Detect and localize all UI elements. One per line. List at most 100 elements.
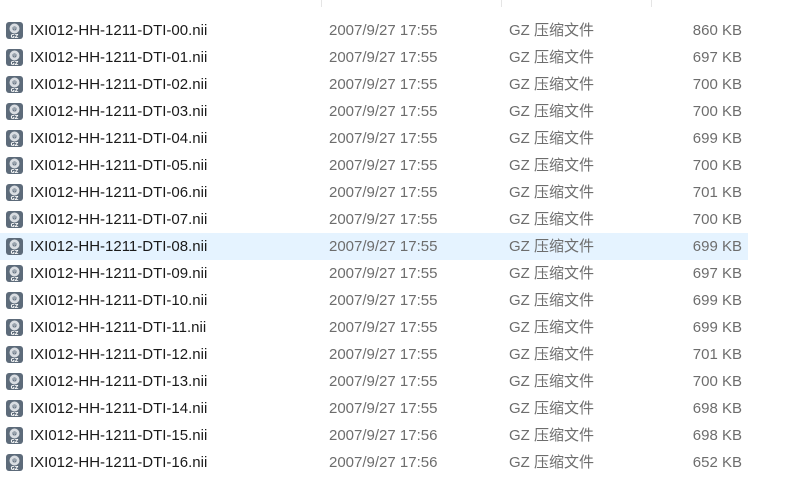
file-row[interactable]: GZ IXI012-HH-1211-DTI-14.nii 2007/9/27 1… [0, 395, 748, 422]
file-date-modified: 2007/9/27 17:55 [329, 157, 438, 174]
file-date-modified: 2007/9/27 17:55 [329, 103, 438, 120]
file-row[interactable]: GZ IXI012-HH-1211-DTI-11.nii 2007/9/27 1… [0, 314, 748, 341]
gz-archive-icon: GZ [5, 210, 24, 229]
file-rows: GZ IXI012-HH-1211-DTI-00.nii 2007/9/27 1… [0, 17, 801, 476]
file-row[interactable]: GZ IXI012-HH-1211-DTI-16.nii 2007/9/27 1… [0, 449, 748, 476]
file-list: GZ IXI012-HH-1211-DTI-00.nii 2007/9/27 1… [0, 0, 801, 480]
gz-archive-icon: GZ [5, 48, 24, 67]
file-date-modified: 2007/9/27 17:55 [329, 76, 438, 93]
file-date-modified: 2007/9/27 17:55 [329, 49, 438, 66]
file-date-modified: 2007/9/27 17:55 [329, 22, 438, 39]
file-size: 700 KB [692, 76, 742, 93]
file-row[interactable]: GZ IXI012-HH-1211-DTI-03.nii 2007/9/27 1… [0, 98, 748, 125]
column-divider-date[interactable] [321, 0, 322, 7]
file-row[interactable]: GZ IXI012-HH-1211-DTI-05.nii 2007/9/27 1… [0, 152, 748, 179]
gz-icon-label: GZ [11, 412, 19, 418]
file-type: GZ 压缩文件 [509, 157, 594, 174]
file-name[interactable]: IXI012-HH-1211-DTI-08.nii [30, 233, 207, 260]
file-size: 699 KB [692, 238, 742, 255]
file-date-modified: 2007/9/27 17:55 [329, 319, 438, 336]
file-size: 701 KB [692, 346, 742, 363]
file-date-modified: 2007/9/27 17:55 [329, 292, 438, 309]
gz-icon-label: GZ [11, 169, 19, 175]
gz-archive-icon: GZ [5, 291, 24, 310]
gz-archive-icon: GZ [5, 426, 24, 445]
gz-icon-label: GZ [11, 385, 19, 391]
file-type: GZ 压缩文件 [509, 211, 594, 228]
file-name[interactable]: IXI012-HH-1211-DTI-14.nii [30, 395, 207, 422]
file-type: GZ 压缩文件 [509, 103, 594, 120]
gz-archive-icon: GZ [5, 75, 24, 94]
file-row[interactable]: GZ IXI012-HH-1211-DTI-07.nii 2007/9/27 1… [0, 206, 748, 233]
file-name[interactable]: IXI012-HH-1211-DTI-15.nii [30, 422, 207, 449]
file-size: 698 KB [692, 427, 742, 444]
file-date-modified: 2007/9/27 17:55 [329, 130, 438, 147]
file-row[interactable]: GZ IXI012-HH-1211-DTI-13.nii 2007/9/27 1… [0, 368, 748, 395]
file-name[interactable]: IXI012-HH-1211-DTI-01.nii [30, 44, 207, 71]
file-type: GZ 压缩文件 [509, 22, 594, 39]
file-size: 652 KB [692, 454, 742, 471]
file-size: 700 KB [692, 211, 742, 228]
file-type: GZ 压缩文件 [509, 373, 594, 390]
gz-icon-label: GZ [11, 115, 19, 121]
file-date-modified: 2007/9/27 17:55 [329, 211, 438, 228]
gz-icon-label: GZ [11, 61, 19, 67]
file-name[interactable]: IXI012-HH-1211-DTI-03.nii [30, 98, 207, 125]
file-row[interactable]: GZ IXI012-HH-1211-DTI-02.nii 2007/9/27 1… [0, 71, 748, 98]
gz-archive-icon: GZ [5, 102, 24, 121]
gz-archive-icon: GZ [5, 237, 24, 256]
file-name[interactable]: IXI012-HH-1211-DTI-05.nii [30, 152, 207, 179]
file-name[interactable]: IXI012-HH-1211-DTI-13.nii [30, 368, 207, 395]
file-size: 699 KB [692, 319, 742, 336]
file-name[interactable]: IXI012-HH-1211-DTI-02.nii [30, 71, 207, 98]
file-row[interactable]: GZ IXI012-HH-1211-DTI-12.nii 2007/9/27 1… [0, 341, 748, 368]
file-type: GZ 压缩文件 [509, 130, 594, 147]
gz-icon-label: GZ [11, 223, 19, 229]
file-name[interactable]: IXI012-HH-1211-DTI-11.nii [30, 314, 206, 341]
file-size: 700 KB [692, 103, 742, 120]
file-name[interactable]: IXI012-HH-1211-DTI-10.nii [30, 287, 207, 314]
file-type: GZ 压缩文件 [509, 400, 594, 417]
gz-icon-label: GZ [11, 34, 19, 40]
file-name[interactable]: IXI012-HH-1211-DTI-06.nii [30, 179, 207, 206]
gz-icon-label: GZ [11, 466, 19, 472]
gz-archive-icon: GZ [5, 264, 24, 283]
file-row[interactable]: GZ IXI012-HH-1211-DTI-15.nii 2007/9/27 1… [0, 422, 748, 449]
file-type: GZ 压缩文件 [509, 454, 594, 471]
file-name[interactable]: IXI012-HH-1211-DTI-07.nii [30, 206, 207, 233]
file-row[interactable]: GZ IXI012-HH-1211-DTI-06.nii 2007/9/27 1… [0, 179, 748, 206]
file-size: 860 KB [692, 22, 742, 39]
file-name[interactable]: IXI012-HH-1211-DTI-00.nii [30, 17, 207, 44]
file-row[interactable]: GZ IXI012-HH-1211-DTI-00.nii 2007/9/27 1… [0, 17, 748, 44]
file-row[interactable]: GZ IXI012-HH-1211-DTI-08.nii 2007/9/27 1… [0, 233, 748, 260]
file-date-modified: 2007/9/27 17:55 [329, 265, 438, 282]
file-name[interactable]: IXI012-HH-1211-DTI-09.nii [30, 260, 207, 287]
gz-icon-label: GZ [11, 358, 19, 364]
file-size: 697 KB [692, 265, 742, 282]
file-date-modified: 2007/9/27 17:55 [329, 373, 438, 390]
file-date-modified: 2007/9/27 17:55 [329, 346, 438, 363]
column-divider-type[interactable] [501, 0, 502, 7]
gz-archive-icon: GZ [5, 399, 24, 418]
file-type: GZ 压缩文件 [509, 319, 594, 336]
file-row[interactable]: GZ IXI012-HH-1211-DTI-04.nii 2007/9/27 1… [0, 125, 748, 152]
file-name[interactable]: IXI012-HH-1211-DTI-12.nii [30, 341, 207, 368]
gz-icon-label: GZ [11, 304, 19, 310]
file-name[interactable]: IXI012-HH-1211-DTI-16.nii [30, 449, 207, 476]
file-type: GZ 压缩文件 [509, 238, 594, 255]
gz-icon-label: GZ [11, 439, 19, 445]
gz-archive-icon: GZ [5, 156, 24, 175]
file-size: 701 KB [692, 184, 742, 201]
file-row[interactable]: GZ IXI012-HH-1211-DTI-01.nii 2007/9/27 1… [0, 44, 748, 71]
gz-icon-label: GZ [11, 196, 19, 202]
gz-icon-label: GZ [11, 142, 19, 148]
file-row[interactable]: GZ IXI012-HH-1211-DTI-09.nii 2007/9/27 1… [0, 260, 748, 287]
file-date-modified: 2007/9/27 17:55 [329, 238, 438, 255]
gz-icon-label: GZ [11, 331, 19, 337]
file-row[interactable]: GZ IXI012-HH-1211-DTI-10.nii 2007/9/27 1… [0, 287, 748, 314]
file-size: 698 KB [692, 400, 742, 417]
file-type: GZ 压缩文件 [509, 292, 594, 309]
gz-icon-label: GZ [11, 88, 19, 94]
column-divider-size[interactable] [651, 0, 652, 7]
file-name[interactable]: IXI012-HH-1211-DTI-04.nii [30, 125, 207, 152]
